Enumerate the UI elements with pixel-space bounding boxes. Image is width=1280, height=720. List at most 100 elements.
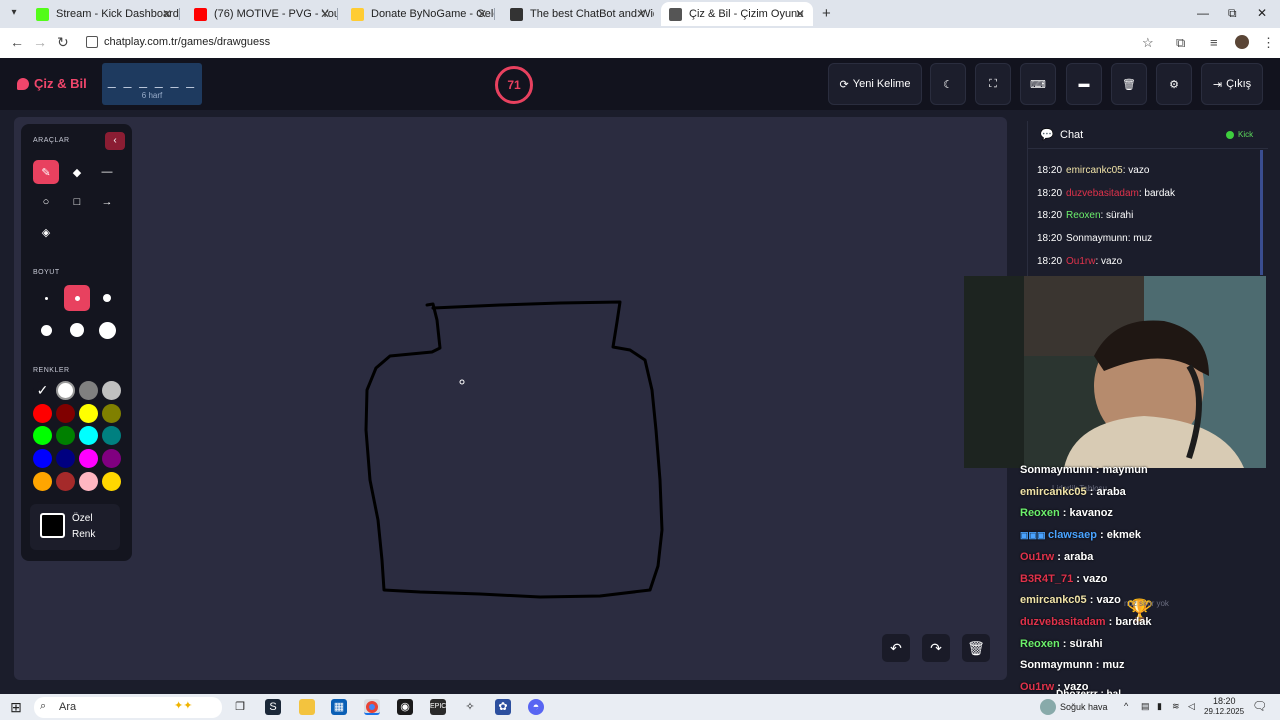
- browser-tab[interactable]: (76) MOTIVE - PVG - YouTube✕: [186, 2, 338, 26]
- address-bar[interactable]: chatplay.com.tr/games/drawguess: [104, 36, 270, 48]
- volume-icon[interactable]: ◁: [1188, 701, 1195, 712]
- network-icon[interactable]: ▤: [1141, 701, 1150, 712]
- steam-icon[interactable]: S: [265, 699, 281, 715]
- browser-tab[interactable]: Stream - Kick Dashboard ✕: [28, 2, 180, 26]
- color-swatch[interactable]: [33, 426, 52, 446]
- color-swatch[interactable]: [102, 403, 121, 423]
- close-tab-icon[interactable]: ✕: [636, 7, 646, 21]
- chat-username[interactable]: Reoxen: [1066, 210, 1100, 221]
- chat-scrollbar[interactable]: [1260, 150, 1263, 275]
- profile-avatar[interactable]: [1235, 35, 1249, 49]
- battery-icon[interactable]: ▮: [1157, 701, 1162, 712]
- color-swatch[interactable]: [33, 403, 52, 423]
- browser-tab[interactable]: Donate ByNoGame - Gelen/Giden✕: [343, 2, 495, 26]
- windows-start-icon[interactable]: ⊞: [8, 699, 24, 715]
- color-swatch[interactable]: [56, 403, 75, 423]
- color-swatch[interactable]: [102, 426, 121, 446]
- exit-button[interactable]: ⇥ Çıkış: [1201, 63, 1263, 105]
- new-tab-button[interactable]: +: [822, 5, 831, 22]
- collapse-panel-button[interactable]: ‹: [105, 132, 125, 150]
- size-option-5[interactable]: [64, 317, 90, 343]
- bookmark-star-icon[interactable]: ☆: [1142, 35, 1154, 51]
- color-swatch[interactable]: [102, 471, 121, 491]
- arrow-tool[interactable]: →: [94, 190, 120, 214]
- color-swatch[interactable]: [79, 403, 98, 423]
- color-swatch[interactable]: [79, 426, 98, 446]
- new-word-button[interactable]: ⟳ Yeni Kelime: [828, 63, 922, 105]
- size-option-1[interactable]: [33, 285, 59, 311]
- color-swatch[interactable]: [79, 449, 98, 469]
- color-swatch[interactable]: [56, 426, 75, 446]
- brush-tool[interactable]: ✎: [33, 160, 59, 184]
- clear-canvas-button[interactable]: 🗑: [962, 634, 990, 662]
- tab-search-dropdown[interactable]: ▾: [6, 5, 22, 21]
- close-tab-icon[interactable]: ✕: [320, 7, 330, 21]
- extensions-icon[interactable]: ⧉: [1176, 35, 1185, 51]
- redo-button[interactable]: ↷: [922, 634, 950, 662]
- color-swatch[interactable]: [79, 471, 98, 491]
- settings-button[interactable]: ⚙: [1156, 63, 1192, 105]
- chat-username[interactable]: Sonmaymunn: [1066, 233, 1128, 244]
- epic-games-icon[interactable]: EPIC: [430, 699, 446, 715]
- close-window-button[interactable]: ✕: [1257, 6, 1267, 20]
- discord-icon[interactable]: ◓: [528, 699, 544, 715]
- browser-menu-icon[interactable]: ⋮: [1262, 35, 1275, 51]
- taskbar-search[interactable]: ⌕ Ara ✦✦: [34, 697, 222, 718]
- eraser-tool[interactable]: ◆: [64, 160, 90, 184]
- color-swatch[interactable]: [102, 381, 121, 400]
- back-button[interactable]: ←: [10, 34, 24, 50]
- close-tab-icon[interactable]: ✕: [795, 7, 805, 21]
- theme-toggle-button[interactable]: ☾: [930, 63, 966, 105]
- restore-button[interactable]: ⧉: [1228, 6, 1237, 21]
- file-explorer-icon[interactable]: [299, 699, 315, 715]
- notification-icon[interactable]: 🗨: [1252, 699, 1267, 713]
- clock-date[interactable]: 29.12.2025: [1204, 707, 1244, 716]
- site-info-icon[interactable]: [86, 36, 98, 48]
- color-swatch[interactable]: [33, 449, 52, 469]
- color-swatch[interactable]: [56, 381, 75, 400]
- fill-tool[interactable]: ◈: [33, 220, 59, 244]
- close-tab-icon[interactable]: ✕: [162, 7, 172, 21]
- browser-tab[interactable]: The best ChatBot and Widgets✕: [502, 2, 654, 26]
- minimize-button[interactable]: —: [1197, 6, 1209, 20]
- color-swatch[interactable]: [102, 449, 121, 469]
- color-swatch[interactable]: [56, 471, 75, 491]
- circle-tool[interactable]: ○: [33, 190, 59, 214]
- app-logo[interactable]: Çiz & Bil: [17, 76, 87, 91]
- chat-username[interactable]: duzvebasitadam: [1066, 188, 1139, 199]
- chat-username[interactable]: Ou1rw: [1066, 256, 1095, 267]
- chrome-icon[interactable]: [364, 699, 380, 715]
- color-swatch[interactable]: ✓: [33, 381, 52, 400]
- weather-text[interactable]: Soğuk hava: [1060, 702, 1108, 712]
- custom-color-button[interactable]: Özel Renk: [30, 504, 120, 550]
- clock-time[interactable]: 18:20: [1213, 696, 1236, 706]
- delete-button[interactable]: 🗑: [1111, 63, 1147, 105]
- drawing-canvas[interactable]: [14, 117, 1007, 680]
- archive-button[interactable]: ▬: [1066, 63, 1102, 105]
- tray-overflow-icon[interactable]: ^: [1124, 701, 1128, 711]
- line-tool[interactable]: —: [94, 160, 120, 184]
- size-option-4[interactable]: [33, 317, 59, 343]
- keyboard-button[interactable]: ⌨: [1020, 63, 1056, 105]
- chat-username[interactable]: emircankc05: [1066, 165, 1123, 176]
- media-control-icon[interactable]: ≡: [1210, 35, 1218, 50]
- fullscreen-button[interactable]: ⛶: [975, 63, 1011, 105]
- color-swatch[interactable]: [79, 381, 98, 400]
- task-view-icon[interactable]: ❐: [232, 699, 248, 715]
- size-option-3[interactable]: [94, 285, 120, 311]
- color-swatch[interactable]: [56, 449, 75, 469]
- forward-button[interactable]: →: [33, 34, 47, 50]
- size-option-2[interactable]: [64, 285, 90, 311]
- wifi-icon[interactable]: ≋: [1172, 701, 1180, 712]
- rectangle-tool[interactable]: □: [64, 190, 90, 214]
- color-swatch[interactable]: [33, 471, 52, 491]
- close-tab-icon[interactable]: ✕: [477, 7, 487, 21]
- app-icon[interactable]: ✿: [495, 699, 511, 715]
- reload-button[interactable]: ↻: [57, 34, 69, 51]
- store-icon[interactable]: ▦: [331, 699, 347, 715]
- obs-icon[interactable]: ◉: [397, 699, 413, 715]
- xbox-icon[interactable]: ✧: [462, 699, 478, 715]
- undo-button[interactable]: ↶: [882, 634, 910, 662]
- size-option-6[interactable]: [94, 317, 120, 343]
- browser-tab[interactable]: Çiz & Bil - Çizim Oyunu ✕: [661, 2, 813, 26]
